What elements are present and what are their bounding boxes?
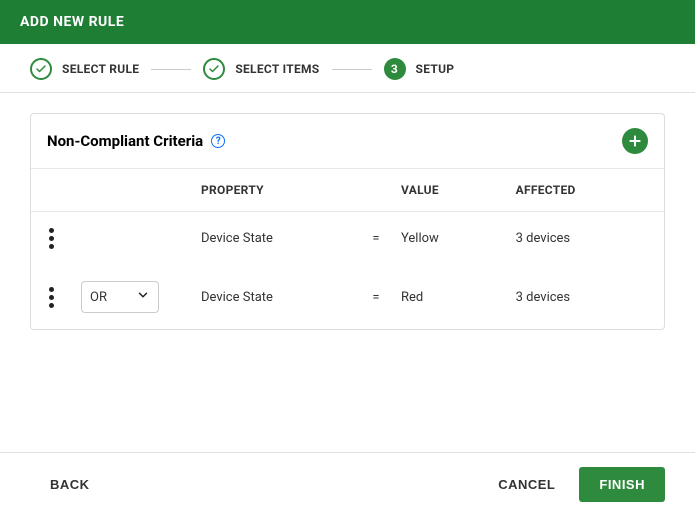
table-row: Device State = Yellow 3 devices bbox=[31, 212, 664, 266]
wizard-footer: BACK CANCEL FINISH bbox=[0, 452, 695, 516]
cancel-button[interactable]: CANCEL bbox=[498, 477, 555, 492]
value-cell: Red bbox=[391, 265, 506, 329]
dot-icon bbox=[49, 303, 54, 308]
comparator-cell: = bbox=[361, 265, 391, 329]
dot-icon bbox=[49, 236, 54, 241]
content-area: Non-Compliant Criteria ? PROPERTY VALUE … bbox=[0, 93, 695, 330]
table-header-row: PROPERTY VALUE AFFECTED bbox=[31, 169, 664, 212]
row-menu-button[interactable] bbox=[41, 287, 61, 308]
row-menu-button[interactable] bbox=[41, 228, 61, 249]
step-label: SELECT ITEMS bbox=[235, 62, 319, 76]
finish-button[interactable]: FINISH bbox=[579, 467, 665, 502]
dialog-header: ADD NEW RULE bbox=[0, 0, 695, 44]
step-select-rule[interactable]: SELECT RULE bbox=[30, 58, 139, 80]
criteria-card: Non-Compliant Criteria ? PROPERTY VALUE … bbox=[30, 113, 665, 330]
value-cell: Yellow bbox=[391, 212, 506, 266]
operator-cell bbox=[71, 212, 191, 266]
step-connector bbox=[332, 69, 372, 70]
table-row: OR Device State = Red 3 devices bbox=[31, 265, 664, 329]
step-select-items[interactable]: SELECT ITEMS bbox=[203, 58, 319, 80]
col-value: VALUE bbox=[391, 169, 506, 212]
help-icon[interactable]: ? bbox=[211, 134, 225, 148]
affected-cell: 3 devices bbox=[506, 212, 664, 266]
step-connector bbox=[151, 69, 191, 70]
col-operator bbox=[71, 169, 191, 212]
back-button[interactable]: BACK bbox=[50, 477, 90, 492]
property-cell: Device State bbox=[191, 212, 361, 266]
property-cell: Device State bbox=[191, 265, 361, 329]
operator-value: OR bbox=[90, 290, 107, 305]
card-title: Non-Compliant Criteria bbox=[47, 132, 203, 150]
step-label: SELECT RULE bbox=[62, 62, 139, 76]
dot-icon bbox=[49, 287, 54, 292]
col-affected: AFFECTED bbox=[506, 169, 664, 212]
criteria-table: PROPERTY VALUE AFFECTED Device State = bbox=[31, 169, 664, 329]
operator-select[interactable]: OR bbox=[81, 281, 159, 313]
footer-right: CANCEL FINISH bbox=[498, 467, 665, 502]
col-comparator bbox=[361, 169, 391, 212]
card-header: Non-Compliant Criteria ? bbox=[31, 114, 664, 169]
dot-icon bbox=[49, 244, 54, 249]
plus-icon bbox=[627, 133, 643, 149]
dot-icon bbox=[49, 295, 54, 300]
footer-left: BACK bbox=[50, 477, 90, 492]
operator-cell: OR bbox=[71, 265, 191, 329]
wizard-stepper: SELECT RULE SELECT ITEMS 3 SETUP bbox=[0, 44, 695, 93]
chevron-down-icon bbox=[136, 288, 150, 306]
col-menu bbox=[31, 169, 71, 212]
card-title-group: Non-Compliant Criteria ? bbox=[47, 132, 225, 150]
step-label: SETUP bbox=[416, 62, 455, 76]
check-icon bbox=[30, 58, 52, 80]
step-setup[interactable]: 3 SETUP bbox=[384, 58, 455, 80]
add-criteria-button[interactable] bbox=[622, 128, 648, 154]
dialog-title: ADD NEW RULE bbox=[20, 14, 124, 30]
col-property: PROPERTY bbox=[191, 169, 361, 212]
dot-icon bbox=[49, 228, 54, 233]
step-number: 3 bbox=[384, 58, 406, 80]
affected-cell: 3 devices bbox=[506, 265, 664, 329]
check-icon bbox=[203, 58, 225, 80]
comparator-cell: = bbox=[361, 212, 391, 266]
